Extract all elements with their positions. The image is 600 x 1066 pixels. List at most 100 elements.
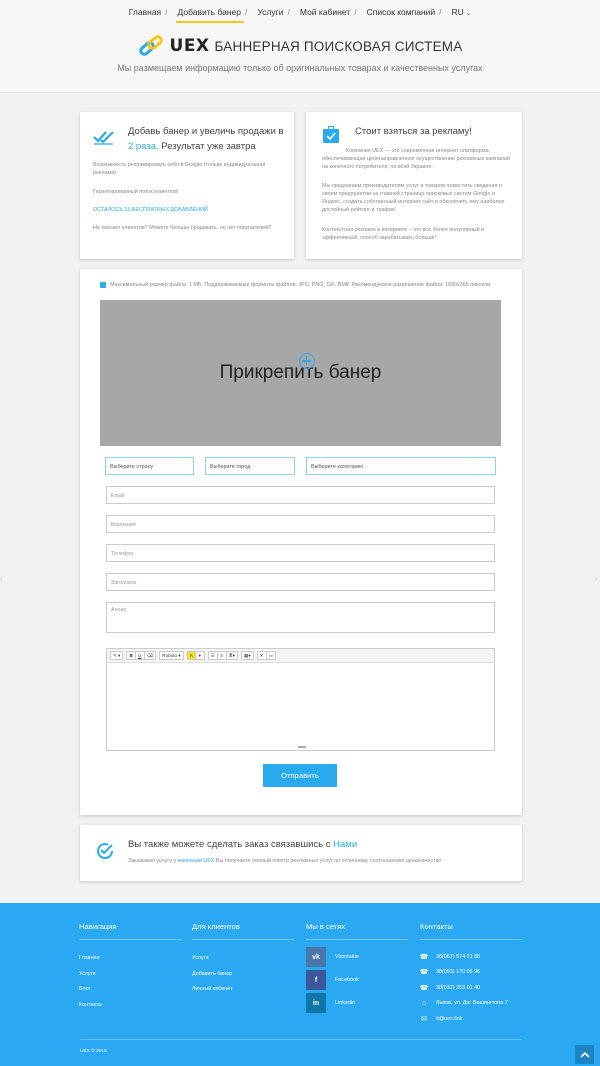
banner-form-card: Максимальный размер файла: 1 МБ. Поддерж… [80,269,522,815]
color-dropdown-button[interactable]: ▾ [195,651,205,660]
phone-row: ☎ 38(032) 253 01 40 [420,980,522,996]
announce-textarea[interactable]: Анонс [106,602,495,633]
footer-social: Мы в сетях vk Vkontakte f Facebook in Li… [306,922,408,1016]
phone-1[interactable]: 38(067) 574 21 88 [436,954,480,960]
company-field[interactable]: Компания [106,515,495,533]
prev-arrow-icon[interactable]: ‹ [0,576,5,584]
briefcase-icon [323,126,339,143]
facebook-icon[interactable]: f [306,970,326,990]
vk-icon[interactable]: vk [306,947,326,967]
nav-add-banner[interactable]: Добавить банер / [173,7,253,23]
footer-link-client-services[interactable]: Услуги [192,951,294,967]
rich-text-editor[interactable]: ✎ ▾ B U ⌫ Roboto ▾ A ▾ ☰ ≡ ≣▾ ▦▾ ✕ ▭ [106,648,495,751]
footer-clients-links: Услуги Добавить банер Личный кабинет [192,951,294,998]
footer-clients-heading: Для клиентов [192,922,294,940]
nav-home-label[interactable]: Главная [129,7,161,17]
banner-drop-zone[interactable]: Прикрепить банер [100,300,501,446]
email-link[interactable]: it@uex.link [436,1016,462,1022]
heading-field[interactable]: Заголовок [106,573,495,591]
bullet-list-icon[interactable]: ☰ [207,651,218,660]
language-label[interactable]: RU [452,7,464,17]
contact-us-link[interactable]: Нами [333,839,357,850]
phone-icon: ☎ [419,984,429,992]
nav-companies[interactable]: Список компаний / [362,7,447,23]
font-select-label: Roboto [162,653,178,658]
footer-link-services[interactable]: Услуги [79,967,181,983]
text-color-button[interactable]: A [186,651,196,660]
country-select[interactable]: Выберите страну [105,457,194,475]
social-facebook-label[interactable]: Facebook [335,977,359,983]
email-field[interactable]: Email [106,486,495,504]
promo-text-2: Гарантированный поток клиентов! [93,189,179,195]
phone-3[interactable]: 38(032) 253 01 40 [436,985,480,991]
footer-nav-links: Главная Услуги Блог Контакты [79,951,181,1013]
social-vk-label[interactable]: Vkontakte [335,954,359,960]
phone-2[interactable]: 38(093) 170 05 96 [436,969,480,975]
fullscreen-icon[interactable]: ✕ [256,651,267,660]
check-circle-icon [95,841,115,866]
address-row: ⌂ Львов, ул. Дж. Вашингтона 7 [420,996,522,1012]
add-banner-promo-card: Добавь банер и увеличь продажи в 2 раза.… [80,112,294,259]
logo-brand: UEX [169,36,210,56]
nav-home[interactable]: Главная / [124,7,173,23]
upload-hint: Максимальный размер файла: 1 МБ. Поддерж… [100,282,490,288]
ordered-list-icon[interactable]: ≡ [217,651,227,660]
misc-group: ✕ ▭ [256,651,276,660]
style-pen-button[interactable]: ✎ ▾ [110,651,124,660]
social-facebook[interactable]: f Facebook [306,970,408,990]
linkedin-icon[interactable]: in [306,993,326,1013]
footer-nav-heading: Навигация [79,922,181,940]
social-list: vk Vkontakte f Facebook in Linkedin [306,947,408,1013]
phone-row: ☎ 38(093) 170 05 96 [420,965,522,981]
promo-title-text: Добавь банер и увеличь продажи в [128,126,284,137]
footer-link-blog[interactable]: Блог [79,982,181,998]
table-icon[interactable]: ▦▾ [241,651,254,660]
company-link[interactable]: компании UEX [178,858,215,864]
footer-social-heading: Мы в сетях [306,922,408,940]
eraser-icon[interactable]: ⌫ [144,651,157,660]
footer-link-contacts[interactable]: Контакты [79,998,181,1014]
footer-link-add-banner[interactable]: Добавить банер [192,967,294,983]
link-logo-icon [138,34,164,58]
footer-navigation: Навигация Главная Услуги Блог Контакты [79,922,181,1013]
social-vk[interactable]: vk Vkontakte [306,947,408,967]
contact-title: Вы также можете сделать заказ связавшись… [128,839,357,850]
promo-text-3: Не хватает клиентов? Можете больше прода… [93,225,272,231]
nav-services[interactable]: Услуги / [252,7,295,23]
logo[interactable]: UEX БАННЕРНАЯ ПОИСКОВАЯ СИСТЕМА [0,34,600,58]
code-view-icon[interactable]: ▭ [266,651,276,660]
nav-add-banner-label[interactable]: Добавить банер [178,7,241,17]
bold-button[interactable]: B [126,651,136,660]
free-additions-link[interactable]: ОСТАЛОСЬ 15 БЕСПЛАТНЫХ ДОБАВЛЕНИЙ [93,207,208,213]
language-select[interactable]: RU ⌄ [447,7,477,23]
underline-button[interactable]: U [135,651,145,660]
advertising-info-card: Стоит взяться за рекламу! Компания UEX —… [306,112,522,259]
contact-us-card: Вы также можете сделать заказ связавшись… [80,825,522,881]
nav-cabinet[interactable]: Мой кабинет / [295,7,362,23]
nav-services-label[interactable]: Услуги [257,7,283,17]
paragraph-align-icon[interactable]: ≣▾ [226,651,239,660]
font-select[interactable]: Roboto ▾ [159,651,184,660]
copyright: UEX © 2015 [80,1049,107,1054]
next-arrow-icon[interactable]: › [595,576,600,584]
double-check-icon [93,129,115,150]
social-linkedin-label[interactable]: Linkedin [335,1000,355,1006]
city-select[interactable]: Выберите город [205,457,295,475]
main-nav: Главная / Добавить банер / Услуги / Мой каб… [0,7,600,23]
scroll-to-top-button[interactable] [575,1045,594,1064]
site-footer: Навигация Главная Услуги Блог Контакты Д… [0,903,600,1066]
home-icon: ⌂ [421,999,427,1007]
category-select[interactable]: Выберите категорию [306,457,496,475]
social-linkedin[interactable]: in Linkedin [306,993,408,1013]
nav-companies-label[interactable]: Список компаний [367,7,436,17]
footer-contacts: Контакты ☎ 38(067) 574 21 88 ☎ 38(093) 170… [420,922,522,1027]
address-text: Львов, ул. Дж. Вашингтона 7 [436,1000,508,1007]
phone-field[interactable]: Телефон [106,544,495,562]
advertising-title: Стоит взяться за рекламу! [355,126,472,137]
editor-resize-handle[interactable] [298,746,306,748]
footer-link-home[interactable]: Главная [79,951,181,967]
submit-button[interactable]: Отправить [263,764,337,787]
nav-cabinet-label[interactable]: Мой кабинет [300,7,350,17]
drop-zone-label: Прикрепить банер [220,353,381,384]
footer-link-personal-cabinet[interactable]: Личный кабинет [192,982,294,998]
